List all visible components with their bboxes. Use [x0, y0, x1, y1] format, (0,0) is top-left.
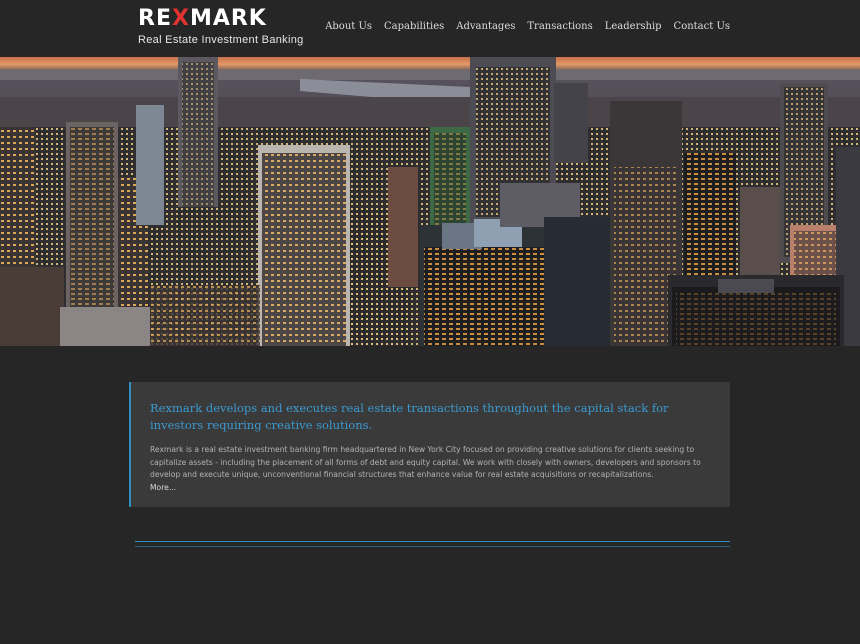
nav-about-us[interactable]: About Us: [325, 21, 372, 32]
nav-contact-us[interactable]: Contact Us: [674, 21, 730, 32]
logo-wordmark: REXMARK: [138, 6, 267, 31]
intro-headline: Rexmark develops and executes real estat…: [150, 401, 669, 432]
divider-line-secondary: [135, 546, 730, 547]
nav-capabilities[interactable]: Capabilities: [384, 21, 444, 32]
intro-panel: Rexmark develops and executes real estat…: [129, 382, 730, 507]
more-link[interactable]: More...: [150, 483, 712, 492]
site-header: REXMARK Real Estate Investment Banking A…: [0, 0, 860, 57]
logo-tagline: Real Estate Investment Banking: [138, 34, 304, 46]
nav-leadership[interactable]: Leadership: [605, 21, 662, 32]
nav-transactions[interactable]: Transactions: [527, 21, 592, 32]
rexmark-logo[interactable]: REXMARK Real Estate Investment Banking: [138, 6, 308, 50]
hero-skyline-image: [0, 57, 860, 346]
nav-advantages[interactable]: Advantages: [456, 21, 515, 32]
skyline-illustration: [0, 57, 860, 346]
intro-body: Rexmark is a real estate investment bank…: [150, 445, 701, 480]
main-nav: About Us Capabilities Advantages Transac…: [325, 21, 730, 32]
divider-line: [135, 541, 730, 542]
